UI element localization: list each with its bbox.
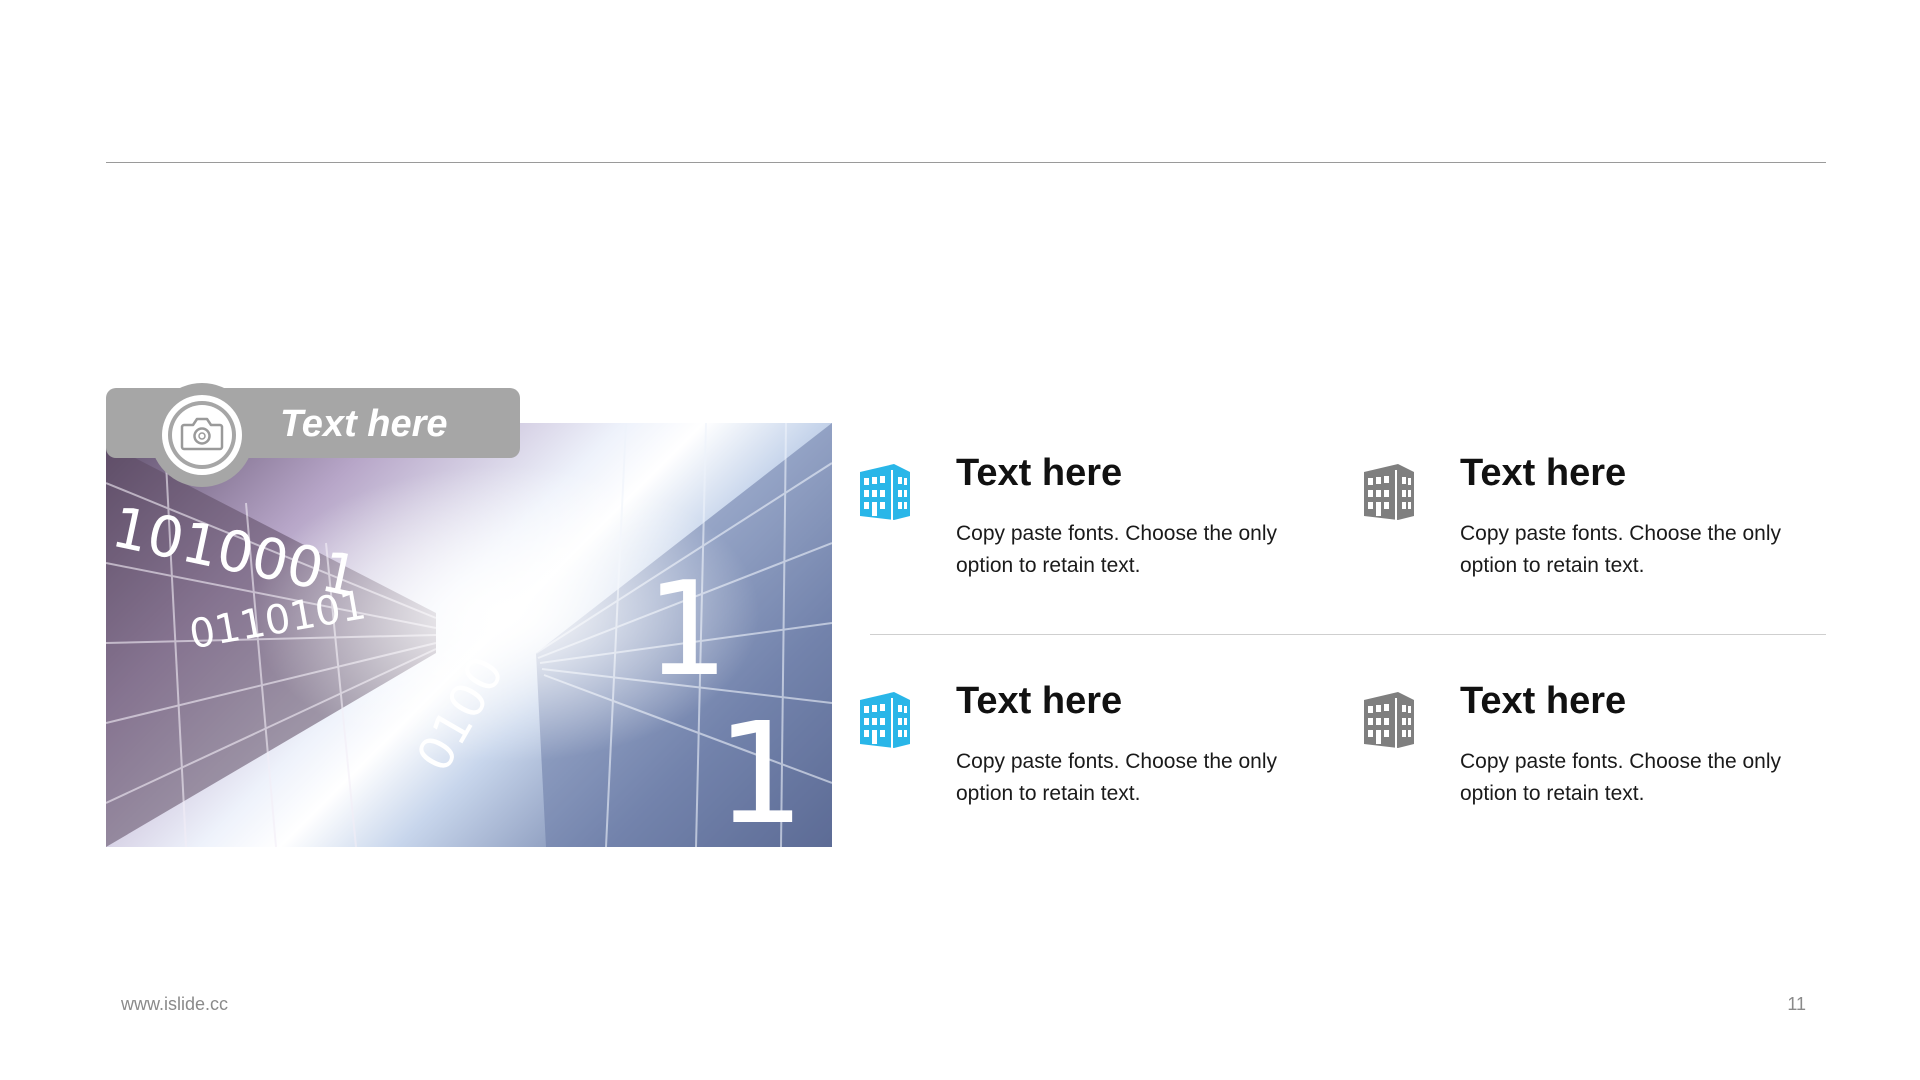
- feature-body: Copy paste fonts. Choose the only option…: [1460, 522, 1782, 577]
- middle-divider: [870, 634, 1826, 635]
- page-number: 11: [1787, 994, 1806, 1014]
- camera-icon: [180, 417, 224, 451]
- building-icon: [860, 692, 910, 748]
- slide: 1010001 0110101 0100 1 1 Text here Text …: [0, 0, 1920, 1080]
- binary-text: 1: [716, 693, 806, 847]
- feature-title: Text here: [956, 680, 1123, 722]
- feature-title: Text here: [956, 452, 1123, 494]
- top-divider: [106, 162, 1826, 163]
- building-icon: [860, 464, 910, 520]
- feature-body: Copy paste fonts. Choose the only option…: [956, 750, 1278, 805]
- feature-body: Copy paste fonts. Choose the only option…: [1460, 750, 1782, 805]
- camera-badge: [150, 383, 254, 487]
- building-icon: [1364, 692, 1414, 748]
- feature-title: Text here: [1460, 680, 1627, 722]
- feature-title: Text here: [1460, 452, 1627, 494]
- binary-text: 1: [646, 553, 729, 705]
- feature-body: Copy paste fonts. Choose the only option…: [956, 522, 1278, 577]
- building-photo: 1010001 0110101 0100 1 1: [106, 423, 832, 847]
- photo-caption: Text here: [280, 403, 448, 445]
- building-icon: [1364, 464, 1414, 520]
- footer-url[interactable]: www.islide.cc: [121, 994, 228, 1015]
